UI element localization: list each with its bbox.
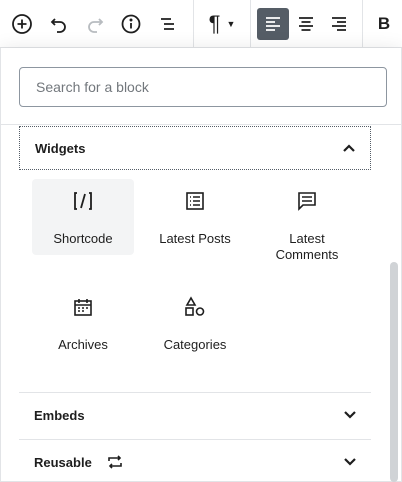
block-label: Archives [58, 337, 108, 352]
align-left-button[interactable] [257, 8, 289, 40]
chevron-down-icon [344, 458, 356, 466]
bold-button[interactable]: B [370, 8, 398, 40]
block-label: Latest Posts [159, 231, 231, 246]
shortcode-icon [71, 189, 95, 213]
block-archives[interactable]: Archives [32, 285, 134, 361]
block-toolbar: ¶ ▼ B [0, 0, 402, 48]
chevron-down-icon [344, 411, 356, 419]
align-center-icon [299, 17, 313, 31]
paragraph-icon: ¶ [208, 11, 221, 36]
add-block-button[interactable] [6, 8, 38, 40]
align-right-icon [332, 17, 346, 31]
undo-button[interactable] [43, 8, 75, 40]
toolbar-separator [250, 0, 251, 48]
align-center-button[interactable] [290, 8, 322, 40]
reusable-section-toggle[interactable]: Reusable [19, 440, 371, 482]
toolbar-separator [362, 0, 363, 48]
search-input[interactable] [19, 67, 387, 107]
latest-comments-icon [295, 189, 319, 213]
align-right-button[interactable] [323, 8, 355, 40]
plus-circle-icon [12, 14, 32, 34]
toolbar-separator [193, 0, 194, 48]
undo-icon [50, 18, 66, 33]
block-latest-comments[interactable]: Latest Comments [256, 179, 358, 269]
categories-icon [183, 295, 207, 319]
section-title: Widgets [35, 140, 86, 156]
block-categories[interactable]: Categories [144, 285, 246, 361]
block-switcher-button[interactable]: ¶ ▼ [200, 8, 244, 40]
widgets-section-toggle[interactable]: Widgets [19, 126, 371, 170]
section-title: Embeds [34, 407, 85, 423]
reusable-icon [108, 455, 122, 469]
block-inserter-panel: Widgets Shortcode Latest Posts Latest Co… [0, 48, 402, 482]
section-title-group: Reusable [34, 455, 124, 470]
outline-button[interactable] [151, 8, 183, 40]
block-label: Shortcode [53, 231, 113, 246]
archives-icon [71, 295, 95, 319]
chevron-up-icon [343, 144, 355, 152]
block-list[interactable]: Widgets Shortcode Latest Posts Latest Co… [1, 124, 402, 482]
list-outline-icon [161, 18, 174, 30]
embeds-section-toggle[interactable]: Embeds [19, 393, 371, 437]
latest-posts-icon [183, 189, 207, 213]
redo-icon [88, 18, 104, 33]
bold-icon: B [377, 14, 391, 33]
align-left-icon [266, 17, 280, 31]
info-button[interactable] [115, 8, 147, 40]
block-label: Latest Comments [275, 231, 339, 262]
redo-button[interactable] [79, 8, 111, 40]
info-icon [121, 14, 141, 34]
block-shortcode[interactable]: Shortcode [32, 179, 134, 255]
search-wrapper [19, 67, 387, 107]
scrollbar-thumb[interactable] [390, 262, 398, 482]
caret-down-icon: ▼ [226, 19, 236, 29]
block-latest-posts[interactable]: Latest Posts [144, 179, 246, 255]
block-label: Categories [163, 337, 227, 352]
section-title: Reusable [34, 454, 92, 470]
